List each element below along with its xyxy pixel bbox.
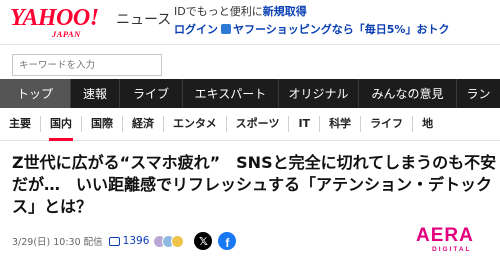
yahoo-logo[interactable]: YAHOO! xyxy=(10,6,99,30)
top-navigation: トップ 速報 ライブ エキスパート オリジナル みんなの意見 ラン xyxy=(0,79,500,108)
search-bar xyxy=(0,44,500,77)
id-promo-text: IDでもっと便利に xyxy=(174,5,263,18)
article-headline: Z世代に広がる“スマホ疲れ” SNSと完全に切れてしまうのも不安だが… いい距離… xyxy=(12,153,497,216)
shopping-bag-icon xyxy=(221,24,231,34)
signup-link[interactable]: 新規取得 xyxy=(263,5,307,18)
subnav-item-domestic[interactable]: 国内 xyxy=(41,116,82,141)
yahoo-logo-sub: JAPAN xyxy=(52,29,81,39)
topnav-item-top[interactable]: トップ xyxy=(0,79,71,108)
comment-count: 1396 xyxy=(122,235,150,247)
header: YAHOO! JAPAN ニュース IDでもっと便利に新規取得 ログイン ヤフーシ… xyxy=(0,0,500,44)
commenter-avatars[interactable] xyxy=(153,234,185,248)
subnav-item-main[interactable]: 主要 xyxy=(0,116,41,132)
source-logo-sub: DIGITAL xyxy=(432,246,472,253)
shopping-promo: ログイン ヤフーショッピングなら「毎日5%」おトク xyxy=(174,21,449,37)
topnav-item-breaking[interactable]: 速報 xyxy=(71,79,120,108)
topnav-item-ranking[interactable]: ラン xyxy=(457,79,500,108)
subnav-item-science[interactable]: 科学 xyxy=(320,116,362,132)
source-logo[interactable]: AERA xyxy=(416,226,474,245)
comment-icon xyxy=(108,236,120,246)
subnav-item-sports[interactable]: スポーツ xyxy=(227,116,290,132)
shopping-promo-link[interactable]: ヤフーショッピングなら「毎日5%」おトク xyxy=(233,23,449,36)
x-share-icon[interactable]: 𝕏 xyxy=(194,232,213,250)
topnav-item-expert[interactable]: エキスパート xyxy=(183,79,279,108)
comment-count-link[interactable]: 1396 xyxy=(108,235,150,247)
subnav-item-local[interactable]: 地 xyxy=(413,116,442,132)
article-date: 3/29(日) 10:30 xyxy=(12,237,81,248)
section-title[interactable]: ニュース xyxy=(116,9,171,29)
subnav-item-economy[interactable]: 経済 xyxy=(123,116,164,132)
topnav-item-original[interactable]: オリジナル xyxy=(279,79,359,108)
facebook-share-icon[interactable]: f xyxy=(218,232,237,250)
subnav-item-international[interactable]: 国際 xyxy=(82,116,123,132)
article-meta: 3/29(日) 10:30 配信 1396 𝕏 f xyxy=(12,232,237,250)
search-input[interactable] xyxy=(12,54,162,76)
delivery-label: 配信 xyxy=(83,237,103,248)
login-link[interactable]: ログイン xyxy=(174,23,218,36)
subnav-item-entertainment[interactable]: エンタメ xyxy=(164,116,227,132)
category-navigation: 主要 国内 国際 経済 エンタメ スポーツ IT 科学 ライフ 地 xyxy=(0,108,500,141)
topnav-item-live[interactable]: ライブ xyxy=(120,79,183,108)
avatar xyxy=(171,234,185,248)
subnav-item-life[interactable]: ライフ xyxy=(361,116,414,132)
subnav-item-it[interactable]: IT xyxy=(289,116,321,132)
topnav-item-opinions[interactable]: みんなの意見 xyxy=(359,79,457,108)
id-promo: IDでもっと便利に新規取得 xyxy=(174,3,307,19)
